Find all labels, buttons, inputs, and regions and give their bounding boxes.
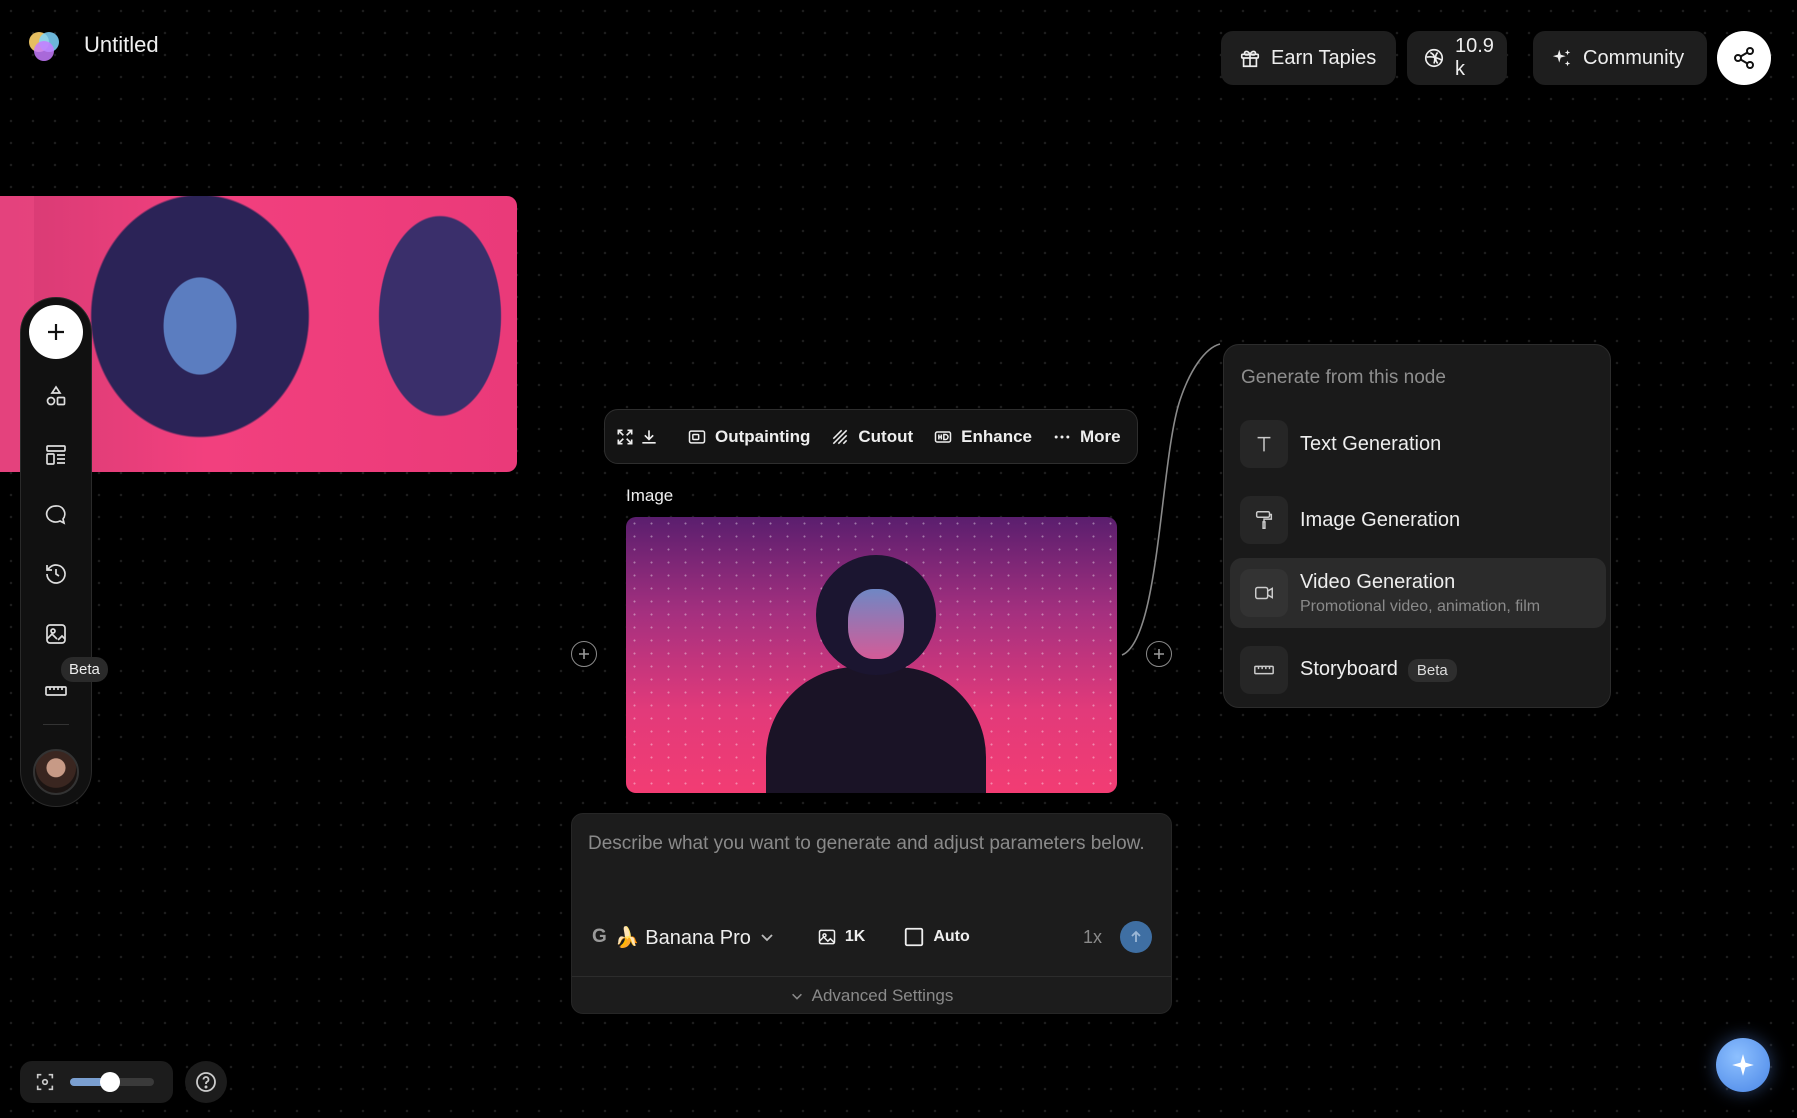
node-toolbar: Outpainting Cutout Enhance More bbox=[604, 409, 1138, 464]
plus-icon bbox=[577, 647, 591, 661]
outpainting-label: Outpainting bbox=[715, 426, 811, 446]
cutout-button[interactable]: Cutout bbox=[822, 417, 921, 457]
zoom-slider-fill bbox=[70, 1078, 104, 1086]
beta-badge: Beta bbox=[1407, 659, 1457, 682]
download-button[interactable] bbox=[639, 417, 659, 457]
add-node-button[interactable] bbox=[29, 305, 83, 359]
image-edit-icon bbox=[44, 622, 68, 646]
storyboard-tool-button[interactable] bbox=[41, 676, 71, 706]
more-button[interactable]: More bbox=[1044, 417, 1129, 457]
comments-tool-button[interactable] bbox=[41, 500, 71, 530]
generate-panel: Generate from this node Text Generation … bbox=[1223, 344, 1611, 708]
share-button[interactable] bbox=[1717, 31, 1771, 85]
templates-tool-button[interactable] bbox=[41, 440, 71, 470]
enhance-button[interactable]: Enhance bbox=[925, 417, 1040, 457]
zoom-slider-thumb[interactable] bbox=[99, 1072, 120, 1092]
advanced-settings-toggle[interactable]: Advanced Settings bbox=[572, 976, 1171, 1014]
help-button[interactable] bbox=[185, 1061, 227, 1103]
chat-bubble-icon bbox=[44, 503, 68, 527]
earn-tapies-button[interactable]: Earn Tapies bbox=[1221, 31, 1396, 85]
model-name: 🍌 Banana Pro bbox=[614, 926, 751, 949]
share-icon bbox=[1732, 46, 1756, 70]
credits-button[interactable]: 10.9 k bbox=[1407, 31, 1507, 85]
left-toolbar bbox=[20, 297, 92, 807]
history-tool-button[interactable] bbox=[41, 559, 71, 589]
app-logo[interactable] bbox=[26, 28, 62, 64]
ruler-icon bbox=[44, 679, 68, 703]
fullscreen-button[interactable] bbox=[615, 417, 635, 457]
shapes-icon bbox=[44, 384, 68, 408]
text-icon bbox=[1240, 420, 1288, 468]
aspect-selector[interactable]: Auto bbox=[903, 926, 970, 948]
chevron-down-icon bbox=[790, 989, 804, 1003]
help-icon bbox=[194, 1070, 218, 1094]
zoom-controls bbox=[20, 1061, 173, 1103]
node-label: Image bbox=[626, 486, 674, 505]
ellipsis-icon bbox=[1052, 427, 1072, 447]
node-connector bbox=[1121, 343, 1221, 656]
cutout-label: Cutout bbox=[858, 426, 914, 446]
image-node[interactable] bbox=[626, 517, 1117, 793]
assets-tool-button[interactable] bbox=[41, 619, 71, 649]
generate-panel-header: Generate from this node bbox=[1241, 367, 1446, 388]
document-title[interactable]: Untitled bbox=[84, 32, 159, 58]
send-button[interactable] bbox=[1120, 921, 1152, 953]
model-selector[interactable]: G 🍌 Banana Pro bbox=[592, 925, 775, 950]
expand-icon bbox=[615, 427, 635, 447]
option-title: Text Generation bbox=[1300, 432, 1442, 455]
community-button[interactable]: Community bbox=[1533, 31, 1707, 85]
earn-tapies-label: Earn Tapies bbox=[1271, 46, 1377, 69]
avatar[interactable] bbox=[33, 749, 79, 795]
sparkle-icon bbox=[1551, 47, 1573, 69]
resolution-selector[interactable]: 1K bbox=[817, 927, 865, 947]
history-icon bbox=[44, 562, 68, 586]
text-generation-option[interactable]: Text Generation bbox=[1230, 409, 1606, 479]
hd-icon bbox=[933, 427, 953, 447]
chevron-down-icon bbox=[759, 929, 775, 945]
paint-roller-icon bbox=[1240, 496, 1288, 544]
plus-icon bbox=[44, 320, 68, 344]
option-subtitle: Promotional video, animation, film bbox=[1300, 597, 1541, 615]
shapes-tool-button[interactable] bbox=[41, 381, 71, 411]
zoom-slider[interactable] bbox=[70, 1072, 154, 1092]
ai-assistant-button[interactable] bbox=[1716, 1038, 1770, 1092]
community-label: Community bbox=[1583, 46, 1685, 69]
cutout-icon bbox=[830, 427, 850, 447]
video-icon bbox=[1240, 569, 1288, 617]
option-title: Image Generation bbox=[1300, 508, 1461, 531]
video-generation-option[interactable]: Video Generation Promotional video, anim… bbox=[1230, 558, 1606, 628]
credits-value: 10.9 k bbox=[1455, 35, 1494, 80]
count-selector[interactable]: 1x bbox=[1083, 927, 1102, 948]
layout-icon bbox=[44, 443, 68, 467]
aspect-square-icon bbox=[903, 926, 925, 948]
credits-icon bbox=[1423, 47, 1445, 69]
more-label: More bbox=[1080, 426, 1121, 446]
resolution-value: 1K bbox=[844, 928, 866, 945]
fit-screen-icon[interactable] bbox=[34, 1071, 56, 1093]
aspect-value: Auto bbox=[933, 928, 970, 945]
prompt-panel: Describe what you want to generate and a… bbox=[571, 813, 1172, 1014]
outpainting-icon bbox=[687, 427, 707, 447]
add-input-button[interactable] bbox=[571, 641, 597, 667]
toolbar-divider bbox=[43, 724, 69, 725]
enhance-label: Enhance bbox=[961, 426, 1032, 446]
outpainting-button[interactable]: Outpainting bbox=[679, 417, 818, 457]
sparkle-icon bbox=[1730, 1052, 1756, 1078]
image-generation-option[interactable]: Image Generation bbox=[1230, 485, 1606, 555]
advanced-settings-label: Advanced Settings bbox=[811, 985, 954, 1005]
storyboard-option[interactable]: Storyboard Beta bbox=[1230, 635, 1606, 705]
google-icon: G bbox=[592, 926, 607, 947]
prompt-input[interactable]: Describe what you want to generate and a… bbox=[588, 830, 1148, 857]
option-title: Video Generation bbox=[1300, 570, 1456, 593]
gift-icon bbox=[1239, 47, 1261, 69]
download-icon bbox=[639, 427, 659, 447]
storyboard-icon bbox=[1240, 646, 1288, 694]
arrow-up-icon bbox=[1128, 929, 1144, 945]
option-title: Storyboard bbox=[1300, 658, 1398, 680]
image-icon bbox=[817, 927, 837, 947]
